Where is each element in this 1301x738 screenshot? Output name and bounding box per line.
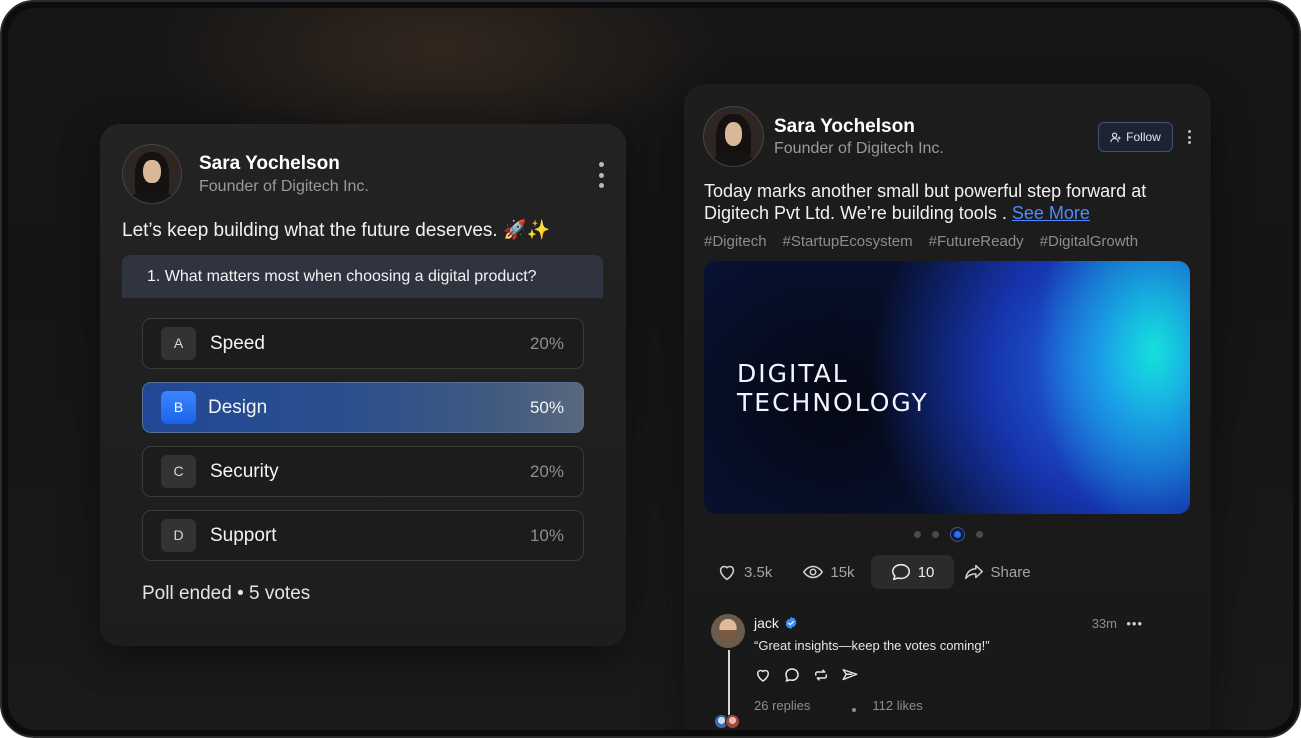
send-icon[interactable] <box>841 666 859 684</box>
poll-question: 1. What matters most when choosing a dig… <box>122 255 603 298</box>
option-letter: A <box>161 327 196 360</box>
author-role: Founder of Digitech Inc. <box>199 178 369 195</box>
carousel-dot[interactable] <box>932 531 939 538</box>
avatar <box>725 714 740 729</box>
more-options-icon[interactable] <box>1186 130 1192 144</box>
post-text: Let’s keep building what the future dese… <box>122 220 551 241</box>
comment-count: 10 <box>917 563 935 581</box>
author-avatar[interactable] <box>122 144 182 204</box>
option-percent: 20% <box>529 334 564 353</box>
image-title-line: TECHNOLOGY <box>737 388 929 417</box>
carousel-indicator <box>914 527 983 542</box>
poll-status: Poll ended • 5 votes <box>142 583 311 604</box>
poll-option-security[interactable]: C Security 20% <box>142 446 584 497</box>
comment-stats: 26 replies 112 likes <box>754 698 923 713</box>
device-frame: Sara Yochelson Founder of Digitech Inc. … <box>0 0 1301 738</box>
option-letter: D <box>161 519 196 552</box>
speech-bubble-icon <box>891 563 910 581</box>
post-image-title: DIGITAL TECHNOLOGY <box>737 359 929 417</box>
comment-item: jack 33m ••• “Great insights—keep the vo… <box>711 614 1181 730</box>
separator-dot <box>852 707 857 712</box>
option-label: Support <box>210 525 277 546</box>
like-button[interactable]: 3.5k <box>716 561 772 583</box>
hashtag[interactable]: #FutureReady <box>929 233 1024 250</box>
thread-line <box>728 650 730 716</box>
option-label: Design <box>208 397 268 418</box>
comment-text: “Great insights—keep the votes coming!” <box>754 638 990 653</box>
option-label: Security <box>210 461 279 482</box>
comment-actions <box>754 666 859 684</box>
poll-option-speed[interactable]: A Speed 20% <box>142 318 584 369</box>
like-count: 3.5k <box>744 563 773 581</box>
commenter-name[interactable]: jack <box>754 615 779 631</box>
heart-icon[interactable] <box>754 666 772 684</box>
option-label: Speed <box>210 333 265 354</box>
poll-post-card: Sara Yochelson Founder of Digitech Inc. … <box>100 124 626 646</box>
image-title-line: DIGITAL <box>737 359 849 388</box>
comment-timestamp: 33m <box>1091 616 1117 631</box>
reply-avatars[interactable] <box>714 714 740 729</box>
view-count: 15k <box>830 563 855 581</box>
hashtag[interactable]: #Digitech <box>704 233 767 250</box>
follow-label: Follow <box>1126 130 1161 144</box>
post-image[interactable]: DIGITAL TECHNOLOGY <box>704 261 1190 514</box>
author-name[interactable]: Sara Yochelson <box>774 116 915 138</box>
share-label: Share <box>990 563 1031 581</box>
hashtag-list: #Digitech #StartupEcosystem #FutureReady… <box>704 233 1138 250</box>
views-button[interactable]: 15k <box>802 561 855 583</box>
poll-option-support[interactable]: D Support 10% <box>142 510 584 561</box>
reply-count[interactable]: 26 replies <box>754 698 810 713</box>
post-body: Today marks another small but powerful s… <box>704 180 1184 224</box>
option-letter: C <box>161 455 196 488</box>
author-name[interactable]: Sara Yochelson <box>199 153 340 175</box>
person-plus-icon <box>1110 132 1121 142</box>
post-actions: 3.5k 15k 10 Share <box>716 554 1031 590</box>
heart-icon <box>719 565 735 581</box>
repost-icon[interactable] <box>812 666 830 684</box>
commenter-name-row: jack <box>754 615 798 631</box>
share-button[interactable]: Share <box>963 561 1031 583</box>
comments-button[interactable]: 10 <box>870 555 954 589</box>
speech-bubble-icon[interactable] <box>783 666 801 684</box>
image-post-card: Sara Yochelson Founder of Digitech Inc. … <box>684 84 1211 730</box>
follow-button[interactable]: Follow <box>1098 122 1173 152</box>
share-arrow-icon <box>964 564 983 580</box>
option-percent: 10% <box>529 526 564 545</box>
hashtag[interactable]: #DigitalGrowth <box>1040 233 1138 250</box>
option-percent: 20% <box>529 462 564 481</box>
commenter-avatar[interactable] <box>711 614 745 648</box>
carousel-dot-active[interactable] <box>950 527 965 542</box>
author-avatar[interactable] <box>703 106 764 167</box>
comment-like-count[interactable]: 112 likes <box>872 698 922 713</box>
app-background: Sara Yochelson Founder of Digitech Inc. … <box>8 8 1293 730</box>
more-options-icon[interactable] <box>593 162 609 188</box>
carousel-dot[interactable] <box>976 531 983 538</box>
comment-more-icon[interactable]: ••• <box>1126 616 1143 631</box>
eye-icon <box>803 565 824 579</box>
poll-option-design[interactable]: B Design 50% <box>142 382 584 433</box>
option-percent: 50% <box>529 398 564 417</box>
option-letter: B <box>161 391 196 424</box>
see-more-link[interactable]: See More <box>1012 203 1090 223</box>
author-role: Founder of Digitech Inc. <box>774 140 944 157</box>
hashtag[interactable]: #StartupEcosystem <box>783 233 913 250</box>
carousel-dot[interactable] <box>914 531 921 538</box>
verified-badge-icon <box>785 616 797 630</box>
